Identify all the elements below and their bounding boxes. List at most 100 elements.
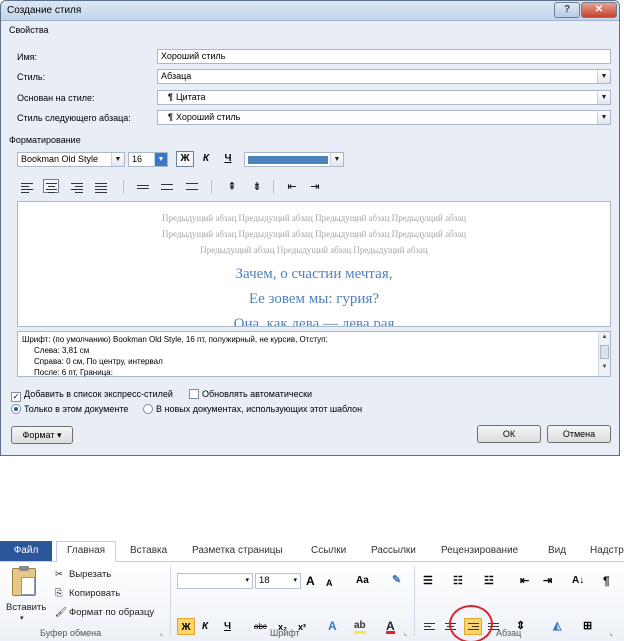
multilevel-list-icon[interactable]: ☳ bbox=[484, 572, 494, 590]
align-center-icon[interactable] bbox=[43, 179, 59, 193]
tab-file[interactable]: Файл bbox=[0, 541, 52, 561]
ribbon-font-name-combo[interactable]: ▾ bbox=[177, 573, 253, 589]
description-line: Шрифт: (по умолчанию) Bookman Old Style,… bbox=[22, 335, 328, 344]
text-effects-icon[interactable]: A bbox=[328, 617, 337, 635]
tab-review[interactable]: Рецензирование bbox=[441, 545, 518, 556]
based-on-select[interactable]: ¶ Цитата ▼ bbox=[157, 90, 611, 105]
scroll-thumb[interactable] bbox=[600, 345, 609, 359]
format-button[interactable]: Формат ▾ bbox=[11, 426, 73, 444]
scroll-up-icon[interactable]: ▲ bbox=[599, 332, 610, 342]
tab-references[interactable]: Ссылки bbox=[311, 545, 346, 556]
preview-sample-text: Она, как дева — дева рая bbox=[233, 316, 395, 327]
only-this-document-radio[interactable]: Только в этом документе bbox=[11, 404, 128, 414]
underline-button[interactable]: Ч bbox=[219, 151, 237, 167]
format-painter-icon[interactable]: 🖌 bbox=[55, 607, 67, 618]
ribbon-bold-button[interactable]: Ж bbox=[177, 618, 195, 635]
description-scrollbar[interactable]: ▲ ▼ bbox=[598, 332, 610, 376]
paste-button[interactable]: Вставить bbox=[6, 602, 46, 613]
name-input[interactable]: Хороший стиль bbox=[157, 49, 611, 64]
based-on-label: Основан на стиле: bbox=[17, 93, 95, 103]
align-left-icon[interactable] bbox=[21, 181, 37, 195]
font-color-select[interactable]: ▼ bbox=[244, 152, 344, 167]
align-right-icon[interactable] bbox=[71, 181, 87, 195]
checkbox-checked-icon[interactable]: ✓ bbox=[11, 392, 21, 402]
paste-icon[interactable] bbox=[12, 566, 36, 596]
chevron-down-icon[interactable]: ▼ bbox=[597, 70, 610, 83]
chevron-down-icon[interactable]: ▼ bbox=[597, 91, 610, 104]
copy-button[interactable]: Копировать bbox=[69, 588, 120, 599]
font-color-icon[interactable]: A bbox=[386, 617, 395, 634]
radio-unselected-icon[interactable] bbox=[143, 404, 153, 414]
ribbon-align-left-icon[interactable] bbox=[424, 621, 440, 635]
decrease-indent-icon[interactable]: ⇤ bbox=[520, 572, 529, 590]
dialog-title: Создание стиля bbox=[7, 5, 82, 16]
increase-spacing-icon[interactable]: ⇞ bbox=[223, 179, 241, 195]
strikethrough-button[interactable]: abc bbox=[254, 618, 267, 636]
dialog-launcher-icon[interactable]: ⌞ bbox=[160, 629, 163, 637]
double-spacing-icon[interactable] bbox=[186, 181, 202, 195]
red-annotation-circle bbox=[449, 605, 493, 641]
add-to-quick-styles-checkbox[interactable]: ✓ Добавить в список экспресс-стилей bbox=[11, 389, 173, 402]
dialog-launcher-icon[interactable]: ⌞ bbox=[610, 629, 613, 637]
increase-indent-icon[interactable]: ⇥ bbox=[543, 572, 552, 590]
chevron-down-icon[interactable]: ▾ bbox=[293, 574, 297, 588]
chevron-down-icon[interactable]: ▼ bbox=[597, 111, 610, 124]
bold-button[interactable]: Ж bbox=[176, 151, 194, 167]
dialog-launcher-icon[interactable]: ⌞ bbox=[404, 629, 407, 637]
cut-icon[interactable]: ✂ bbox=[55, 569, 63, 580]
decrease-indent-icon[interactable]: ⇤ bbox=[283, 179, 301, 195]
cut-button[interactable]: Вырезать bbox=[69, 569, 111, 580]
increase-indent-icon[interactable]: ⇥ bbox=[306, 179, 324, 195]
clear-formatting-icon[interactable]: ✎ bbox=[392, 571, 401, 589]
font-size-select[interactable]: 16 ▼ bbox=[128, 152, 168, 167]
cancel-button[interactable]: Отмена bbox=[547, 425, 611, 443]
name-label: Имя: bbox=[17, 52, 38, 62]
bullets-icon[interactable]: ☰ bbox=[423, 572, 433, 590]
chevron-down-icon[interactable]: ▼ bbox=[330, 153, 343, 166]
toolbar-separator bbox=[273, 180, 274, 194]
tab-addins[interactable]: Надстр bbox=[590, 545, 624, 556]
tab-view[interactable]: Вид bbox=[548, 545, 566, 556]
single-spacing-icon[interactable] bbox=[137, 183, 153, 197]
tab-page-layout[interactable]: Разметка страницы bbox=[192, 545, 283, 556]
show-formatting-button[interactable]: ¶ bbox=[603, 572, 610, 590]
radio-selected-icon[interactable] bbox=[11, 404, 21, 414]
numbering-icon[interactable]: ☷ bbox=[453, 572, 463, 590]
help-button[interactable]: ? bbox=[554, 2, 580, 18]
format-painter-button[interactable]: Формат по образцу bbox=[69, 607, 154, 618]
italic-button[interactable]: К bbox=[197, 151, 215, 167]
close-button[interactable]: ✕ bbox=[581, 2, 617, 18]
tab-mailings[interactable]: Рассылки bbox=[371, 545, 416, 556]
group-separator bbox=[170, 566, 171, 636]
copy-icon[interactable]: ⎘ bbox=[55, 588, 63, 599]
tab-home[interactable]: Главная bbox=[56, 541, 117, 562]
style-type-select[interactable]: Абзаца ▼ bbox=[157, 69, 611, 84]
ribbon-font-size-combo[interactable]: 18 ▾ bbox=[255, 573, 301, 589]
align-justify-icon[interactable] bbox=[95, 181, 111, 195]
font-name-select[interactable]: Bookman Old Style ▼ bbox=[17, 152, 125, 167]
decrease-spacing-icon[interactable]: ⇟ bbox=[248, 179, 266, 195]
chevron-down-icon[interactable]: ▼ bbox=[154, 153, 167, 166]
shading-icon[interactable]: ◭ bbox=[553, 617, 561, 635]
scroll-down-icon[interactable]: ▼ bbox=[599, 362, 610, 372]
borders-icon[interactable]: ⊞ bbox=[583, 617, 592, 635]
chevron-down-icon[interactable]: ▼ bbox=[111, 153, 124, 166]
checkbox-unchecked-icon[interactable] bbox=[189, 389, 199, 399]
ribbon-underline-button[interactable]: Ч bbox=[224, 618, 231, 636]
highlight-icon[interactable]: ab bbox=[354, 617, 366, 634]
preview-previous-paragraph: Предыдущий абзац Предыдущий абзац Предыд… bbox=[161, 213, 467, 223]
new-documents-radio[interactable]: В новых документах, использующих этот ша… bbox=[143, 404, 362, 414]
sort-button[interactable]: A↓ bbox=[572, 572, 584, 590]
next-style-select[interactable]: ¶ Хороший стиль ▼ bbox=[157, 110, 611, 125]
grow-font-button[interactable]: A bbox=[306, 572, 315, 590]
auto-update-checkbox[interactable]: Обновлять автоматически bbox=[189, 389, 312, 399]
change-case-button[interactable]: Aa bbox=[356, 572, 369, 590]
one-half-spacing-icon[interactable] bbox=[161, 182, 177, 196]
ok-button[interactable]: ОК bbox=[477, 425, 541, 443]
preview-sample-text: Ее зовем мы: гурия? bbox=[248, 291, 380, 307]
chevron-down-icon[interactable]: ▾ bbox=[20, 614, 24, 622]
ribbon-italic-button[interactable]: К bbox=[202, 618, 208, 636]
chevron-down-icon[interactable]: ▾ bbox=[245, 574, 249, 588]
tab-insert[interactable]: Вставка bbox=[130, 545, 167, 556]
shrink-font-button[interactable]: A bbox=[326, 574, 333, 592]
